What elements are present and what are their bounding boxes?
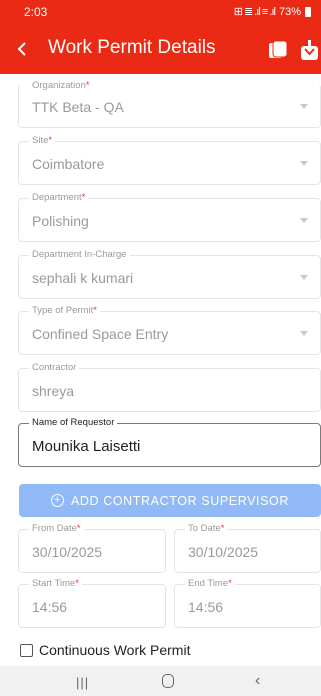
end-time-value: 14:56: [188, 599, 224, 615]
back-button[interactable]: [12, 36, 34, 62]
continuous-work-permit-label: Continuous Work Permit: [39, 642, 191, 658]
from-date-label: From Date*: [29, 523, 84, 535]
chevron-down-icon: [300, 161, 308, 166]
signal-icons: ⊞ ≣ .ıl ≡ .ıl: [233, 6, 276, 18]
organization-value: TTK Beta - QA: [32, 99, 124, 115]
name-of-requestor-value: Mounika Laisetti: [32, 438, 141, 455]
organization-field[interactable]: Organization* TTK Beta - QA: [18, 80, 321, 128]
continuous-work-permit-row[interactable]: Continuous Work Permit: [20, 642, 190, 658]
department-in-charge-field[interactable]: Department In-Charge sephali k kumari: [18, 249, 321, 299]
department-in-charge-value: sephali k kumari: [32, 270, 134, 286]
chevron-down-icon: [300, 104, 308, 109]
type-of-permit-field[interactable]: Type of Permit* Confined Space Entry: [18, 305, 321, 355]
department-value: Polishing: [32, 213, 89, 229]
page-title: Work Permit Details: [48, 37, 216, 58]
name-of-requestor-label: Name of Requestor: [29, 417, 118, 429]
site-value: Coimbatore: [32, 156, 105, 172]
from-date-value: 30/10/2025: [32, 544, 103, 560]
add-contractor-supervisor-button[interactable]: + ADD CONTRACTOR SUPERVISOR: [19, 484, 321, 517]
add-circle-icon: +: [50, 494, 64, 507]
type-of-permit-label: Type of Permit*: [29, 305, 100, 317]
add-contractor-supervisor-label: ADD CONTRACTOR SUPERVISOR: [70, 493, 290, 508]
end-time-label: End Time*: [185, 578, 235, 590]
battery-icon: [305, 6, 311, 17]
to-date-field[interactable]: To Date* 30/10/2025: [174, 523, 321, 573]
end-time-field[interactable]: End Time* 14:56: [174, 578, 321, 628]
to-date-value: 30/10/2025: [188, 544, 259, 560]
status-bar: 2:03 ⊞ ≣ .ıl ≡ .ıl 73%: [0, 0, 321, 24]
from-date-field[interactable]: From Date* 30/10/2025: [18, 523, 166, 573]
chevron-down-icon: [300, 275, 308, 280]
contractor-label: Contractor: [29, 362, 80, 374]
app-bar: Work Permit Details: [0, 24, 321, 74]
department-label: Department*: [29, 192, 89, 204]
type-of-permit-value: Confined Space Entry: [32, 326, 169, 342]
copy-icon: [269, 40, 288, 58]
chevron-down-icon: [300, 218, 308, 223]
name-of-requestor-field[interactable]: Name of Requestor Mounika Laisetti: [18, 417, 321, 467]
contractor-value: shreya: [32, 383, 75, 399]
home-button[interactable]: [162, 674, 174, 688]
system-nav-bar: ||| ‹: [0, 666, 321, 696]
contractor-field[interactable]: Contractor shreya: [18, 362, 321, 412]
nav-back-button[interactable]: ‹: [255, 672, 260, 690]
chevron-down-icon: [300, 331, 308, 336]
chevron-left-icon: [17, 42, 26, 56]
organization-label: Organization*: [29, 80, 93, 92]
status-icons: ⊞ ≣ .ıl ≡ .ıl 73%: [234, 5, 311, 18]
download-icon: [301, 40, 318, 60]
department-in-charge-label: Department In-Charge: [29, 249, 130, 261]
department-field[interactable]: Department* Polishing: [18, 192, 321, 242]
download-button[interactable]: [300, 39, 320, 61]
recents-button[interactable]: |||: [76, 675, 89, 690]
start-time-field[interactable]: Start Time* 14:56: [18, 578, 166, 628]
battery-percent: 73%: [278, 5, 301, 18]
status-time: 2:03: [24, 5, 48, 19]
start-time-label: Start Time*: [29, 578, 82, 590]
to-date-label: To Date*: [185, 523, 228, 535]
continuous-work-permit-checkbox[interactable]: [20, 643, 33, 657]
start-time-value: 14:56: [32, 599, 68, 615]
copy-button[interactable]: [268, 39, 290, 61]
site-label: Site*: [29, 135, 56, 147]
site-field[interactable]: Site* Coimbatore: [18, 135, 321, 185]
